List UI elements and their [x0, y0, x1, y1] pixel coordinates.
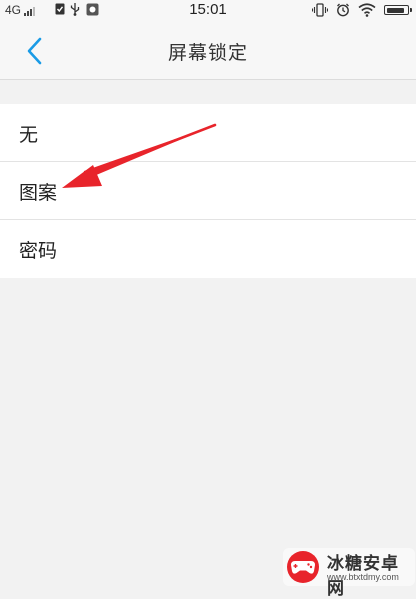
- option-pattern[interactable]: 图案: [0, 162, 416, 220]
- option-label: 无: [19, 124, 39, 146]
- status-bar: 4G 15:01: [0, 0, 416, 20]
- annotation-arrow-icon: [62, 123, 217, 188]
- wifi-icon: [358, 3, 376, 17]
- battery-icon: [384, 5, 412, 15]
- screen-lock-options: 无 图案 密码: [0, 104, 416, 278]
- option-none[interactable]: 无: [0, 104, 416, 162]
- app-header: 屏幕锁定: [0, 20, 416, 80]
- option-label: 图案: [19, 182, 58, 204]
- watermark: 冰糖安卓网 www.btxtdmy.com: [283, 548, 415, 599]
- option-password[interactable]: 密码: [0, 220, 416, 278]
- vibrate-icon: [312, 3, 328, 17]
- watermark-url: www.btxtdmy.com: [327, 572, 399, 582]
- game-controller-logo-icon: [287, 551, 319, 583]
- clock: 15:01: [189, 1, 227, 18]
- page-title: 屏幕锁定: [167, 42, 248, 64]
- alarm-icon: [337, 3, 349, 17]
- option-label: 密码: [19, 240, 58, 262]
- battery-level: [386, 7, 405, 13]
